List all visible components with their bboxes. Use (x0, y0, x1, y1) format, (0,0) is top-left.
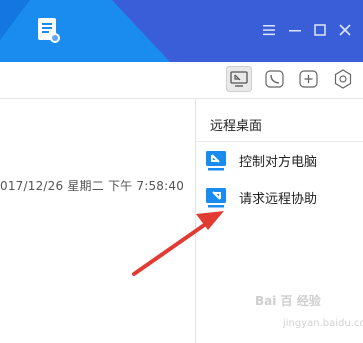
maximize-icon[interactable] (312, 22, 328, 38)
title-bar (0, 0, 363, 62)
remote-control-label: 控制对方电脑 (239, 155, 318, 170)
request-assist-label: 请求远程协助 (239, 192, 318, 207)
panel-divider (196, 141, 363, 142)
remote-control-menu-item[interactable]: 控制对方电脑 (205, 148, 355, 174)
add-icon[interactable] (296, 66, 322, 92)
close-icon[interactable] (337, 22, 353, 38)
menu-icon[interactable] (261, 22, 277, 38)
request-assist-menu-item[interactable]: 请求远程协助 (205, 185, 355, 211)
request-assist-icon (206, 188, 226, 208)
chat-area (0, 99, 196, 343)
message-timestamp: 017/12/26 星期二 下午 7:58:40 (0, 179, 185, 193)
watermark: Bai 百 经验 (255, 294, 321, 308)
settings-icon[interactable] (330, 66, 356, 92)
document-icon[interactable] (36, 16, 62, 46)
panel-title: 远程桌面 (210, 119, 263, 134)
minimize-icon[interactable] (287, 22, 303, 38)
screen-share-icon[interactable] (226, 66, 252, 92)
watermark-sub: jingyan.baidu.com (283, 318, 363, 329)
remote-control-icon (206, 151, 226, 171)
phone-icon[interactable] (262, 66, 288, 92)
